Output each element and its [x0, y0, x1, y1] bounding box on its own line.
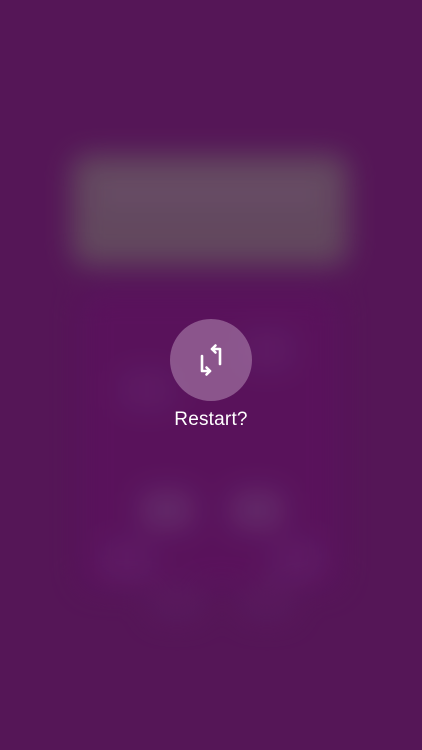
restart-button[interactable] — [170, 319, 252, 401]
restart-prompt: Restart? — [0, 319, 422, 431]
restart-label[interactable]: Restart? — [174, 409, 247, 431]
app-screen: Restart? — [0, 0, 422, 750]
restart-swap-icon — [194, 343, 228, 377]
